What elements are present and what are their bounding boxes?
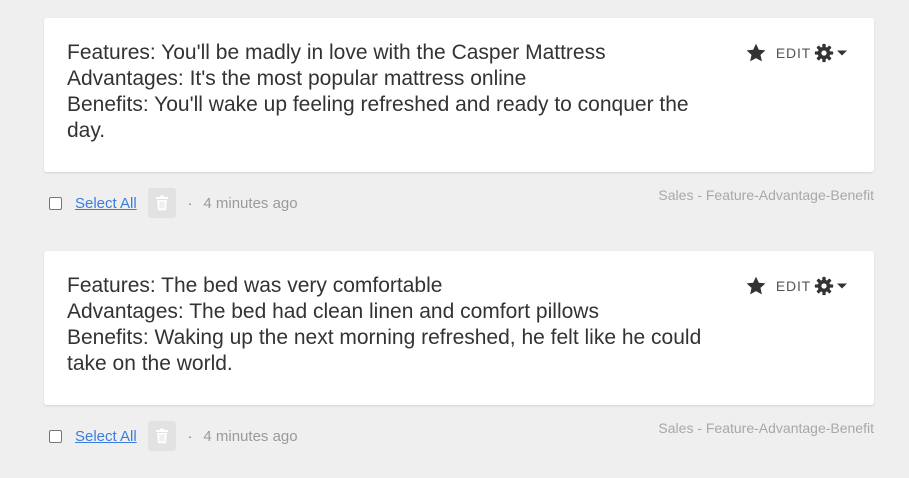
result-line-benefits: Benefits: You'll wake up feeling refresh… — [67, 93, 689, 142]
card-actions: EDIT — [744, 274, 848, 298]
favorite-button[interactable] — [744, 274, 768, 298]
trash-icon — [155, 428, 168, 444]
timestamp: 4 minutes ago — [203, 427, 298, 445]
gear-icon — [814, 276, 834, 296]
settings-dropdown-button[interactable] — [814, 276, 848, 296]
result-item: Features: The bed was very comfortable A… — [44, 251, 874, 453]
star-icon — [746, 43, 766, 62]
select-checkbox[interactable] — [49, 196, 62, 210]
result-card: Features: The bed was very comfortable A… — [44, 251, 874, 405]
category-label: Sales - Feature-Advantage-Benefit — [658, 420, 874, 436]
result-line-features: Features: You'll be madly in love with t… — [67, 41, 606, 64]
settings-dropdown-button[interactable] — [814, 43, 848, 63]
trash-icon — [155, 195, 168, 211]
caret-down-icon — [837, 283, 847, 289]
delete-button[interactable] — [147, 421, 176, 451]
separator-dot: · — [187, 195, 193, 211]
result-card: Features: You'll be madly in love with t… — [44, 18, 874, 172]
edit-button[interactable]: EDIT — [776, 45, 811, 61]
caret-down-icon — [837, 50, 847, 56]
result-meta-row: Select All · 4 minutes ago Sales - Featu… — [44, 419, 874, 453]
result-text: Features: You'll be madly in love with t… — [67, 40, 724, 144]
result-line-features: Features: The bed was very comfortable — [67, 274, 443, 297]
result-line-benefits: Benefits: Waking up the next morning ref… — [67, 326, 702, 375]
star-icon — [746, 276, 766, 295]
result-text: Features: The bed was very comfortable A… — [67, 273, 724, 377]
category-label: Sales - Feature-Advantage-Benefit — [658, 187, 874, 203]
select-all-link[interactable]: Select All — [75, 195, 137, 212]
edit-button[interactable]: EDIT — [776, 278, 811, 294]
result-item: Features: You'll be madly in love with t… — [44, 18, 874, 220]
separator-dot: · — [187, 428, 193, 444]
result-line-advantages: Advantages: It's the most popular mattre… — [67, 67, 527, 90]
favorite-button[interactable] — [744, 41, 768, 65]
select-all-link[interactable]: Select All — [75, 428, 137, 445]
timestamp: 4 minutes ago — [203, 194, 298, 212]
card-actions: EDIT — [744, 41, 848, 65]
result-line-advantages: Advantages: The bed had clean linen and … — [67, 300, 599, 323]
gear-icon — [814, 43, 834, 63]
delete-button[interactable] — [147, 188, 176, 218]
select-checkbox[interactable] — [49, 429, 62, 443]
result-meta-row: Select All · 4 minutes ago Sales - Featu… — [44, 186, 874, 220]
